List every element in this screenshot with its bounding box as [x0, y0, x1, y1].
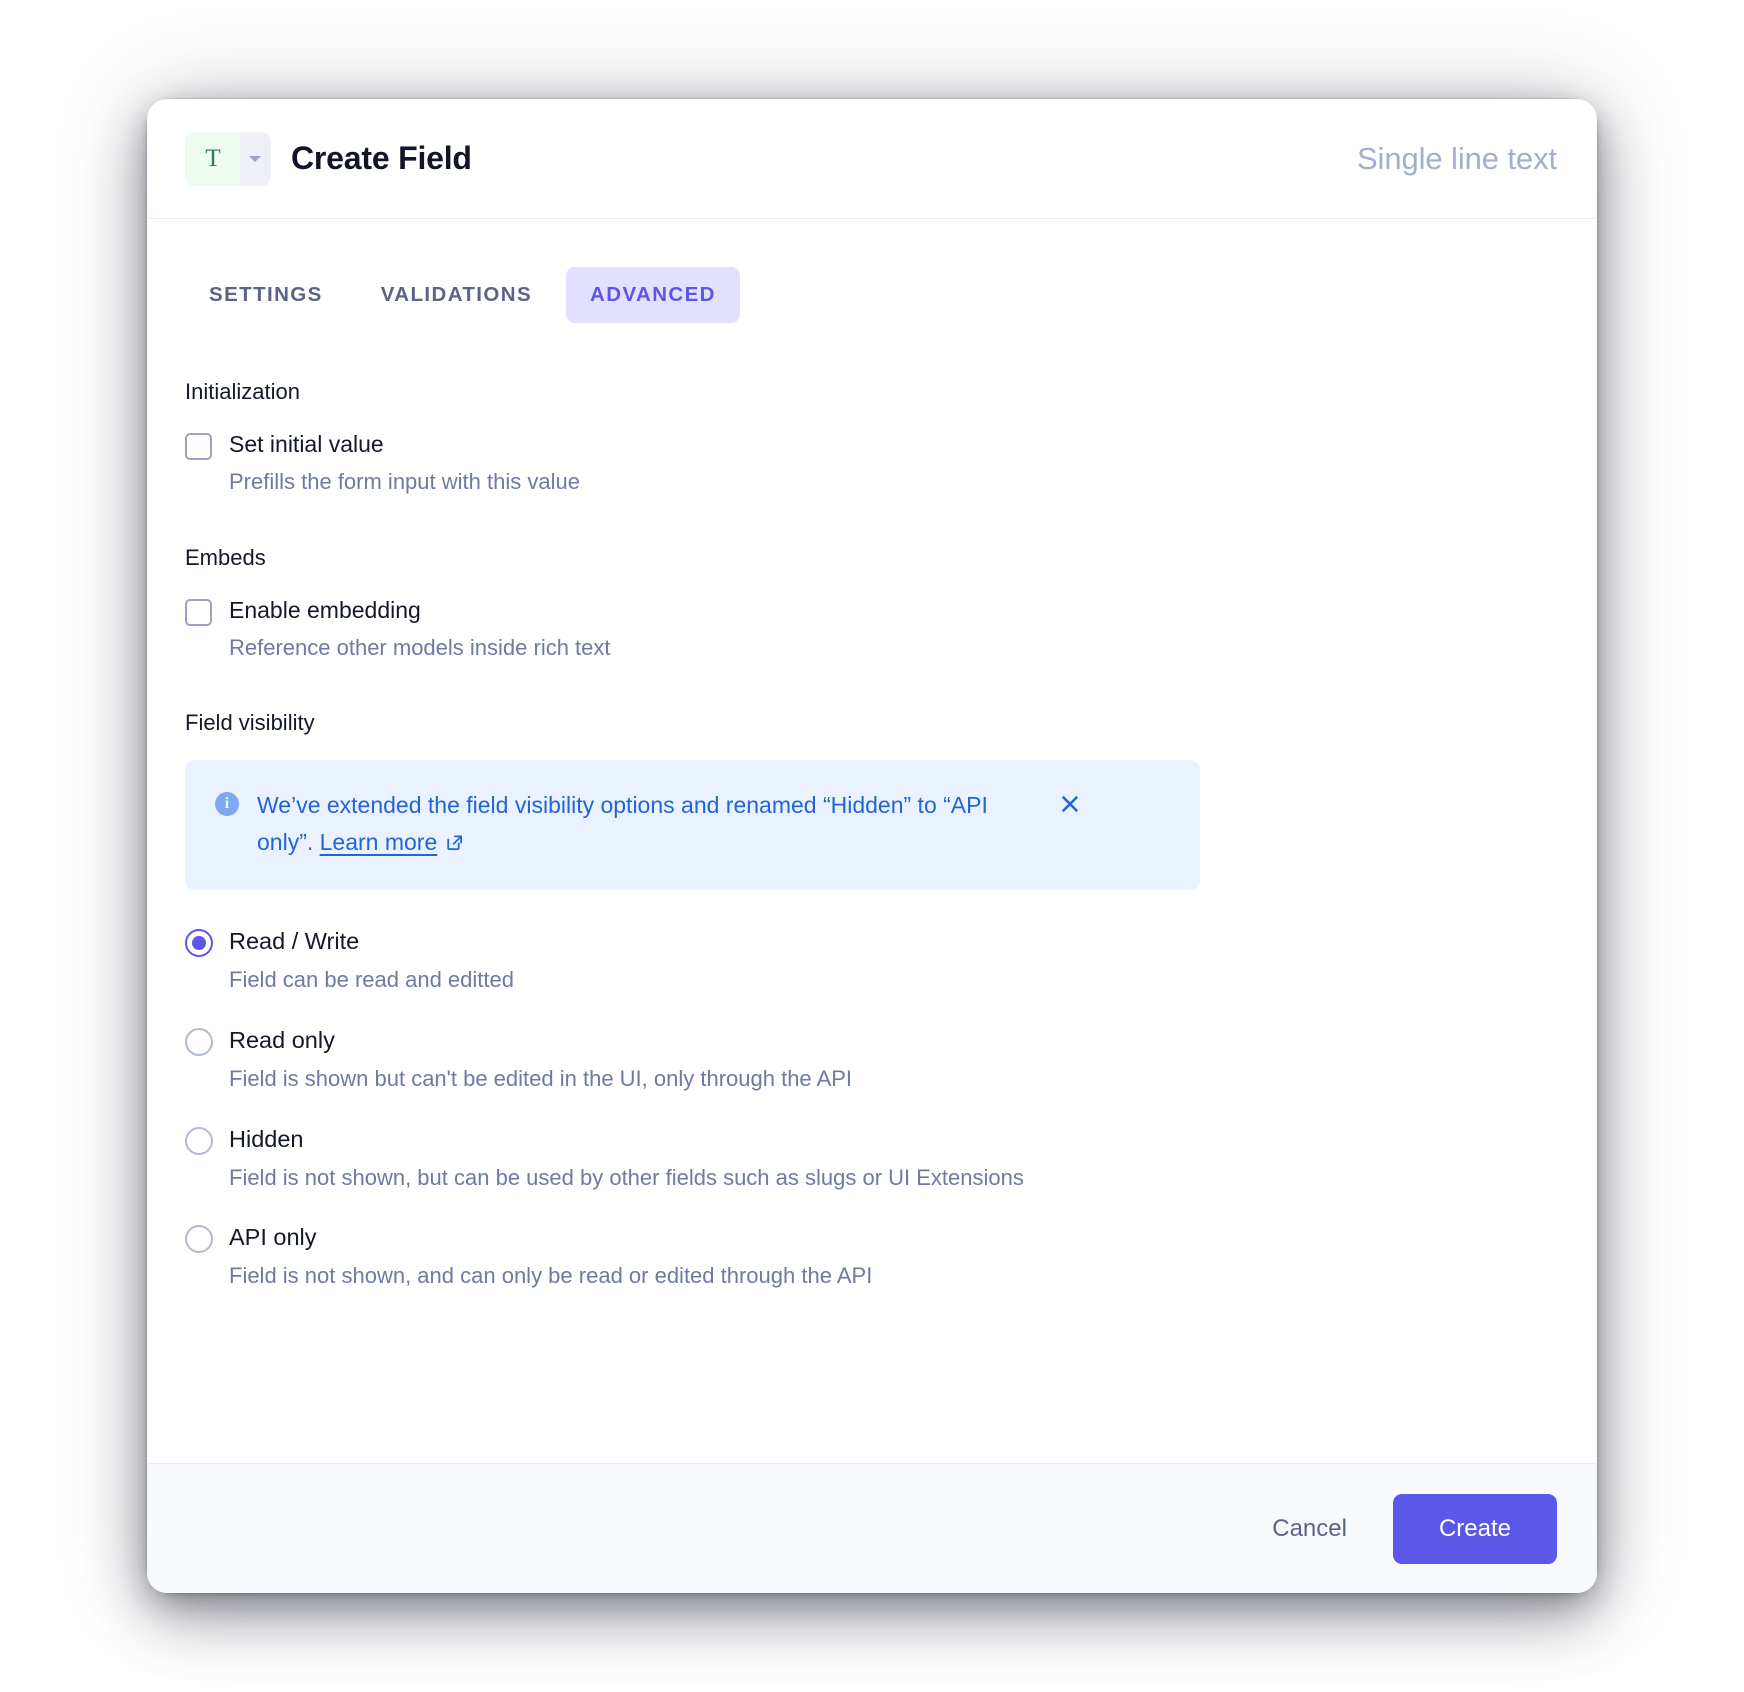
banner-message: We’ve extended the field visibility opti…	[257, 787, 1037, 863]
modal-header-left: T Create Field	[185, 132, 472, 186]
read-write-label: Read / Write	[229, 926, 359, 957]
set-initial-value-row[interactable]: Set initial value	[185, 429, 1559, 460]
modal-body: SETTINGS VALIDATIONS ADVANCED Initializa…	[147, 219, 1597, 1463]
read-only-radio[interactable]	[185, 1028, 213, 1056]
radio-option-hidden[interactable]: Hidden Field is not shown, but can be us…	[185, 1124, 1559, 1193]
field-type-label: Single line text	[1357, 141, 1557, 177]
tab-validations[interactable]: VALIDATIONS	[357, 267, 556, 323]
modal-footer: Cancel Create	[147, 1463, 1597, 1593]
screen: T Create Field Single line text SETTINGS…	[0, 0, 1744, 1692]
field-visibility-radio-group: Read / Write Field can be read and editt…	[185, 926, 1559, 1291]
field-visibility-info-banner: i We’ve extended the field visibility op…	[185, 760, 1200, 890]
learn-more-link[interactable]: Learn more	[320, 829, 438, 855]
modal-shadow: T Create Field Single line text SETTINGS…	[87, 61, 1657, 1631]
api-only-label: API only	[229, 1222, 317, 1253]
section-initialization: Initialization Set initial value Prefill…	[185, 379, 1559, 497]
external-link-icon	[444, 827, 465, 863]
hidden-label: Hidden	[229, 1124, 303, 1155]
chevron-down-icon[interactable]	[240, 133, 270, 185]
section-title-embeds: Embeds	[185, 545, 1559, 571]
tab-advanced[interactable]: ADVANCED	[566, 267, 740, 323]
close-icon	[1058, 792, 1082, 816]
banner-close-button[interactable]	[1055, 789, 1085, 819]
enable-embedding-description: Reference other models inside rich text	[229, 633, 1559, 663]
api-only-radio[interactable]	[185, 1225, 213, 1253]
section-title-initialization: Initialization	[185, 379, 1559, 405]
field-type-selector[interactable]: T	[185, 132, 271, 186]
read-write-radio[interactable]	[185, 929, 213, 957]
create-button[interactable]: Create	[1393, 1494, 1557, 1564]
read-write-description: Field can be read and editted	[229, 965, 1559, 995]
api-only-description: Field is not shown, and can only be read…	[229, 1261, 1559, 1291]
enable-embedding-checkbox[interactable]	[185, 599, 212, 626]
create-field-modal: T Create Field Single line text SETTINGS…	[147, 99, 1597, 1593]
section-title-field-visibility: Field visibility	[185, 710, 1559, 736]
info-icon: i	[215, 792, 239, 816]
section-embeds: Embeds Enable embedding Reference other …	[185, 545, 1559, 663]
radio-option-read-only[interactable]: Read only Field is shown but can't be ed…	[185, 1025, 1559, 1094]
tab-list: SETTINGS VALIDATIONS ADVANCED	[185, 267, 1559, 323]
enable-embedding-row[interactable]: Enable embedding	[185, 595, 1559, 626]
section-field-visibility: Field visibility i We’ve extended the fi…	[185, 710, 1559, 1290]
text-type-icon: T	[186, 133, 240, 185]
read-only-description: Field is shown but can't be edited in th…	[229, 1064, 1559, 1094]
tab-settings[interactable]: SETTINGS	[185, 267, 347, 323]
page-title: Create Field	[291, 140, 472, 177]
hidden-radio[interactable]	[185, 1127, 213, 1155]
enable-embedding-label: Enable embedding	[229, 595, 421, 626]
radio-option-api-only[interactable]: API only Field is not shown, and can onl…	[185, 1222, 1559, 1291]
cancel-button[interactable]: Cancel	[1244, 1497, 1375, 1561]
set-initial-value-description: Prefills the form input with this value	[229, 467, 1559, 497]
radio-option-read-write[interactable]: Read / Write Field can be read and editt…	[185, 926, 1559, 995]
set-initial-value-label: Set initial value	[229, 429, 384, 460]
read-only-label: Read only	[229, 1025, 335, 1056]
hidden-description: Field is not shown, but can be used by o…	[229, 1163, 1559, 1193]
set-initial-value-checkbox[interactable]	[185, 433, 212, 460]
modal-header: T Create Field Single line text	[147, 99, 1597, 219]
